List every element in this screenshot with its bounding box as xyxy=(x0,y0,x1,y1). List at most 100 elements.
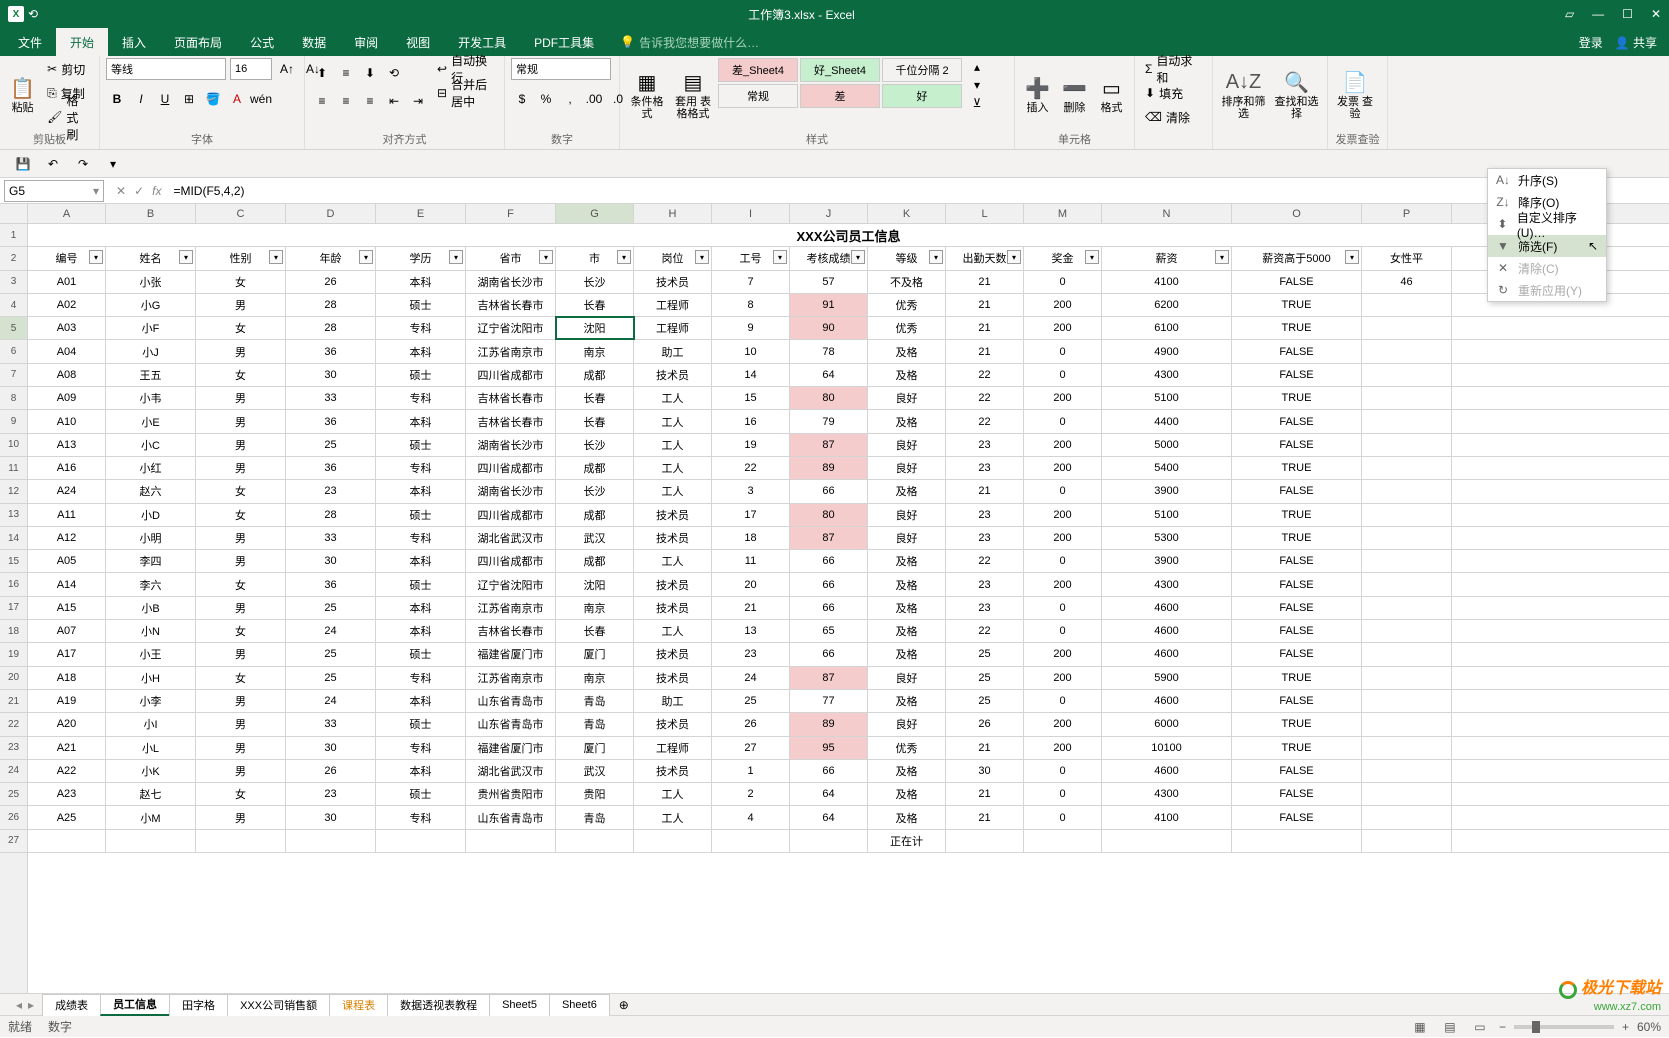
column-header-cell[interactable]: 学历▾ xyxy=(376,247,466,269)
formula-input[interactable] xyxy=(169,180,1669,202)
paste-button[interactable]: 📋 粘贴 xyxy=(6,58,39,130)
align-center-icon[interactable]: ≡ xyxy=(335,90,357,112)
cell[interactable]: 20 xyxy=(712,573,790,595)
cell[interactable]: TRUE xyxy=(1232,457,1362,479)
cell[interactable]: 25 xyxy=(946,667,1024,689)
cell[interactable] xyxy=(28,830,106,852)
cell[interactable]: 23 xyxy=(946,457,1024,479)
filter-dropdown-button[interactable]: ▾ xyxy=(1345,250,1359,264)
cell[interactable]: 0 xyxy=(1024,806,1102,828)
cell[interactable]: 硕士 xyxy=(376,434,466,456)
cell[interactable]: 24 xyxy=(286,620,376,642)
cell[interactable]: FALSE xyxy=(1232,271,1362,293)
currency-icon[interactable]: $ xyxy=(511,88,533,110)
cell[interactable]: FALSE xyxy=(1232,364,1362,386)
cell[interactable]: A13 xyxy=(28,434,106,456)
cell[interactable]: 工程师 xyxy=(634,294,712,316)
cell[interactable] xyxy=(1024,830,1102,852)
cell[interactable]: 本科 xyxy=(376,690,466,712)
cell[interactable]: FALSE xyxy=(1232,550,1362,572)
cell[interactable]: 技术员 xyxy=(634,271,712,293)
column-header-H[interactable]: H xyxy=(634,204,712,223)
cell[interactable]: A14 xyxy=(28,573,106,595)
cell[interactable]: 贵州省贵阳市 xyxy=(466,783,556,805)
filter-dropdown-button[interactable]: ▾ xyxy=(695,250,709,264)
cell[interactable]: 21 xyxy=(946,806,1024,828)
cell[interactable]: 专科 xyxy=(376,527,466,549)
cell[interactable]: 77 xyxy=(790,690,868,712)
cell[interactable]: 良好 xyxy=(868,504,946,526)
cell[interactable]: A20 xyxy=(28,713,106,735)
cell[interactable]: A17 xyxy=(28,643,106,665)
cell[interactable]: 良好 xyxy=(868,387,946,409)
cell[interactable]: 成都 xyxy=(556,364,634,386)
cell[interactable]: 200 xyxy=(1024,737,1102,759)
cell[interactable]: 4600 xyxy=(1102,597,1232,619)
cell[interactable]: 及格 xyxy=(868,364,946,386)
row-header[interactable]: 17 xyxy=(0,597,27,620)
cell[interactable]: 66 xyxy=(790,480,868,502)
cell[interactable]: 21 xyxy=(946,737,1024,759)
cell[interactable]: 技术员 xyxy=(634,667,712,689)
cell[interactable]: 南京 xyxy=(556,667,634,689)
sheet-tab[interactable]: 田字格 xyxy=(169,994,228,1016)
cell[interactable]: 本科 xyxy=(376,760,466,782)
delete-cells-button[interactable]: ➖删除 xyxy=(1058,58,1091,130)
row-header[interactable]: 19 xyxy=(0,643,27,666)
row-header[interactable]: 26 xyxy=(0,806,27,829)
cell[interactable]: 正在计 xyxy=(868,830,946,852)
cell[interactable]: 小韦 xyxy=(106,387,196,409)
cell[interactable]: 工人 xyxy=(634,806,712,828)
cell[interactable]: 四川省成都市 xyxy=(466,550,556,572)
cell[interactable]: A05 xyxy=(28,550,106,572)
menu-filter[interactable]: ▼筛选(F)↖ xyxy=(1488,235,1606,257)
cell[interactable]: 辽宁省沈阳市 xyxy=(466,573,556,595)
row-header[interactable]: 12 xyxy=(0,480,27,503)
menu-sort-asc[interactable]: A↓升序(S) xyxy=(1488,169,1606,191)
cell[interactable]: 吉林省长春市 xyxy=(466,387,556,409)
cell[interactable]: 优秀 xyxy=(868,294,946,316)
undo-button[interactable]: ↶ xyxy=(42,153,64,175)
cell[interactable]: 9 xyxy=(712,317,790,339)
cell[interactable]: 沈阳 xyxy=(556,317,634,339)
tab-pdf[interactable]: PDF工具集 xyxy=(520,28,608,56)
cell[interactable]: 21 xyxy=(946,340,1024,362)
cell[interactable]: 湖南省长沙市 xyxy=(466,271,556,293)
cell[interactable]: 青岛 xyxy=(556,806,634,828)
bold-button[interactable]: B xyxy=(106,88,128,110)
row-header[interactable]: 9 xyxy=(0,410,27,433)
cell[interactable]: 助工 xyxy=(634,690,712,712)
cell[interactable]: 6200 xyxy=(1102,294,1232,316)
cell[interactable]: 小J xyxy=(106,340,196,362)
column-header-cell[interactable]: 等级▾ xyxy=(868,247,946,269)
cell[interactable]: 87 xyxy=(790,434,868,456)
cell[interactable]: 27 xyxy=(712,737,790,759)
cell[interactable] xyxy=(1362,340,1452,362)
find-select-button[interactable]: 🔍查找和选择 xyxy=(1272,58,1321,130)
cell[interactable] xyxy=(1362,387,1452,409)
row-header[interactable]: 15 xyxy=(0,550,27,573)
gallery-more-icon[interactable]: ⊻ xyxy=(966,94,988,112)
cell[interactable] xyxy=(1362,667,1452,689)
cell[interactable]: 男 xyxy=(196,713,286,735)
cell[interactable]: 26 xyxy=(712,713,790,735)
cell[interactable]: 66 xyxy=(790,760,868,782)
row-header[interactable]: 1 xyxy=(0,224,27,247)
cell[interactable]: 良好 xyxy=(868,713,946,735)
cell[interactable]: A21 xyxy=(28,737,106,759)
cell[interactable]: 0 xyxy=(1024,410,1102,432)
cell[interactable]: TRUE xyxy=(1232,713,1362,735)
cell[interactable]: 23 xyxy=(286,480,376,502)
row-header[interactable]: 11 xyxy=(0,457,27,480)
cell[interactable]: 25 xyxy=(286,643,376,665)
align-bottom-icon[interactable]: ⬇ xyxy=(359,62,381,84)
number-format-select[interactable] xyxy=(511,58,611,80)
cancel-formula-icon[interactable]: ✕ xyxy=(116,184,126,198)
column-header-A[interactable]: A xyxy=(28,204,106,223)
cell[interactable] xyxy=(1362,294,1452,316)
column-header-M[interactable]: M xyxy=(1024,204,1102,223)
cell[interactable] xyxy=(1362,457,1452,479)
column-header-N[interactable]: N xyxy=(1102,204,1232,223)
cell[interactable]: 小F xyxy=(106,317,196,339)
cell[interactable]: 23 xyxy=(286,783,376,805)
